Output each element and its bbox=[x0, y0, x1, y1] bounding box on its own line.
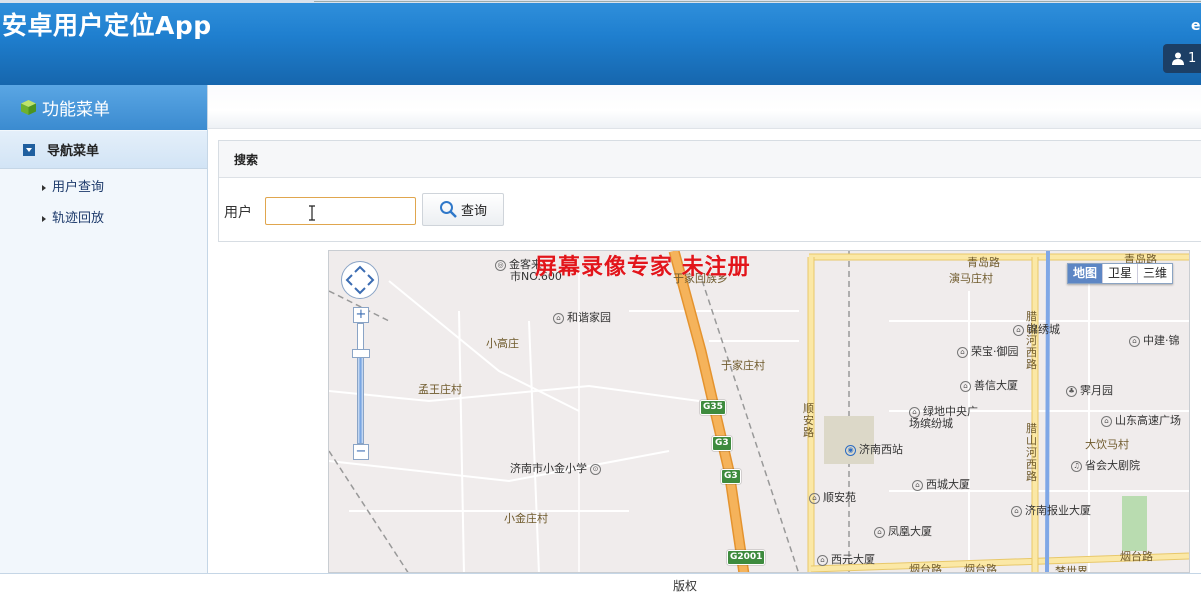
map-type-satellite[interactable]: 卫星 bbox=[1102, 264, 1137, 283]
user-field-label: 用户 bbox=[224, 205, 252, 221]
triangle-right-icon bbox=[42, 215, 46, 222]
sidebar-item-label: 轨迹回放 bbox=[52, 211, 105, 226]
map-view[interactable]: ◎ 金客来 市NO.600 于家回族乡 ⌂ 和谐家园 小高庄 于家庄村 孟王庄村 济… bbox=[328, 250, 1190, 573]
map-pan-control[interactable] bbox=[341, 261, 379, 299]
road-qingdao-1: 青岛路 bbox=[967, 256, 1000, 269]
poi-lvdi[interactable]: ⌂ 绿地中央广场缤纷城 bbox=[909, 406, 979, 430]
query-button-label: 查询 bbox=[460, 204, 487, 219]
road-shunan: 顺安路 bbox=[803, 402, 814, 439]
user-badge-text: 1 bbox=[1188, 51, 1197, 66]
zoom-slider-handle[interactable] bbox=[352, 349, 370, 358]
highway-g35-shield: G35 bbox=[700, 400, 726, 415]
poi-jinan-west[interactable]: ◉ 济南西站 bbox=[845, 441, 903, 457]
header-glyph[interactable]: e bbox=[1191, 18, 1201, 34]
poi-xiaojin-school[interactable]: 济南市小金小学 ⊙ bbox=[510, 460, 604, 476]
sidebar-item-user-query[interactable]: 用户查询 bbox=[42, 176, 104, 195]
search-icon bbox=[439, 201, 457, 218]
label-yujiazhuang: 于家庄村 bbox=[721, 359, 765, 372]
user-badge[interactable]: 1 bbox=[1163, 44, 1201, 73]
label-mengwang: 孟王庄村 bbox=[418, 383, 462, 396]
poi-shanxin[interactable]: ⌂ 善信大厦 bbox=[960, 377, 1018, 393]
label-xiaogao: 小高庄 bbox=[486, 337, 519, 350]
highway-g3-shield: G3 bbox=[721, 469, 741, 484]
map-roads bbox=[329, 251, 1189, 572]
road-yantai-1: 烟台路 bbox=[909, 563, 942, 573]
sidebar-item-label: 用户查询 bbox=[52, 180, 105, 195]
nav-menu-title: 导航菜单 bbox=[47, 144, 100, 159]
label-yanmazhuang: 演马庄村 bbox=[949, 272, 993, 285]
nav-menu-header[interactable]: 导航菜单 bbox=[0, 131, 207, 169]
label-dayin: 大饮马村 bbox=[1085, 438, 1129, 451]
app-title: 安卓用户定位App bbox=[2, 11, 212, 40]
highway-g3-shield: G3 bbox=[712, 436, 732, 451]
function-menu-title: 功能菜单 bbox=[42, 100, 110, 120]
query-button[interactable]: 查询 bbox=[422, 193, 504, 226]
function-menu-header: 功能菜单 bbox=[0, 85, 207, 130]
cube-icon bbox=[21, 100, 36, 115]
highway-g2001-shield: G2001 bbox=[727, 550, 766, 565]
zoom-in-button[interactable]: + bbox=[353, 307, 369, 323]
poi-shandong-hs[interactable]: ⌂ 山东高速广场 bbox=[1101, 412, 1181, 428]
poi-theatre[interactable]: ♫ 省会大剧院 bbox=[1071, 457, 1140, 473]
road-tengshan-2: 腊山河西路 bbox=[1026, 422, 1037, 483]
sidebar-item-track-playback[interactable]: 轨迹回放 bbox=[42, 207, 104, 226]
search-panel-title: 搜索 bbox=[234, 152, 259, 167]
poi-rongbao[interactable]: ⌂ 荣宝·御园 bbox=[957, 343, 1019, 359]
poi-yanyue[interactable]: ♣ 霁月园 bbox=[1066, 382, 1113, 398]
triangle-right-icon bbox=[42, 184, 46, 191]
user-input[interactable] bbox=[265, 197, 416, 225]
map-type-switcher: 地图 卫星 三维 bbox=[1067, 263, 1174, 284]
road-yantai-2: 烟台路 bbox=[964, 563, 997, 573]
map-type-map[interactable]: 地图 bbox=[1068, 264, 1103, 283]
user-icon bbox=[1172, 52, 1184, 65]
road-tengshan-1: 腊山河西路 bbox=[1026, 310, 1037, 371]
search-panel-header: 搜索 bbox=[219, 141, 1201, 178]
poi-zhongjian[interactable]: ⌂ 中建·锦 bbox=[1129, 332, 1180, 348]
copyright-text: 版权 bbox=[673, 579, 698, 593]
watermark: 屏幕录像专家 未注册 bbox=[535, 254, 751, 280]
road-yantai-3: 烟台路 bbox=[1120, 550, 1153, 563]
map-type-3d[interactable]: 三维 bbox=[1137, 264, 1172, 283]
main-tab-strip bbox=[208, 85, 1201, 129]
label-xiaojin: 小金庄村 bbox=[504, 512, 548, 525]
footer bbox=[0, 573, 1201, 590]
poi-shunan[interactable]: ⌂ 顺安苑 bbox=[809, 489, 856, 505]
poi-xiyuan[interactable]: ⌂ 西元大厦 bbox=[817, 551, 875, 567]
zoom-slider[interactable] bbox=[357, 323, 364, 444]
poi-hexie[interactable]: ⌂ 和谐家园 bbox=[553, 309, 611, 325]
poi-baoye[interactable]: ⌂ 济南报业大厦 bbox=[1011, 502, 1091, 518]
poi-fenghuang[interactable]: ⌂ 凤凰大厦 bbox=[874, 523, 932, 539]
pan-arrows-icon bbox=[345, 265, 375, 295]
label-fanshijie: 梦世界 bbox=[1055, 565, 1088, 573]
poi-xicheng[interactable]: ⌂ 西城大厦 bbox=[912, 476, 970, 492]
collapse-icon[interactable] bbox=[23, 143, 35, 156]
zoom-out-button[interactable]: − bbox=[353, 444, 369, 460]
text-cursor-icon bbox=[309, 205, 315, 221]
